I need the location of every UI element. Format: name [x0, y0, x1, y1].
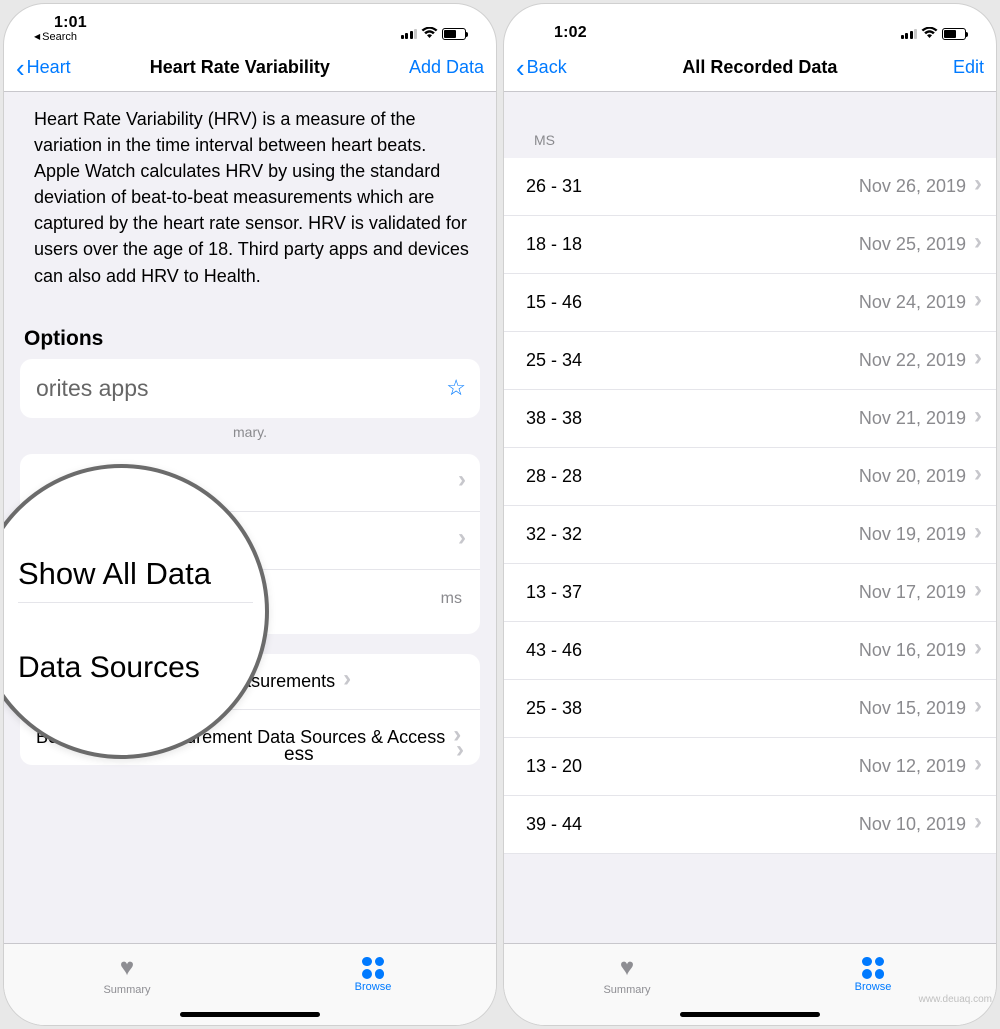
- chevron-right-icon: [974, 352, 982, 369]
- chevron-right-icon: [974, 584, 982, 601]
- data-date: Nov 21, 2019: [859, 408, 966, 429]
- data-value: 13 - 37: [526, 582, 859, 603]
- status-breadcrumb[interactable]: Search: [34, 32, 87, 42]
- data-value: 15 - 46: [526, 292, 859, 313]
- data-value: 38 - 38: [526, 408, 859, 429]
- data-value: 28 - 28: [526, 466, 859, 487]
- statusbar: 1:02: [504, 4, 996, 44]
- content-area: Heart Rate Variability (HRV) is a measur…: [4, 92, 496, 943]
- data-date: Nov 12, 2019: [859, 756, 966, 777]
- data-row[interactable]: 38 - 38Nov 21, 2019: [504, 390, 996, 448]
- status-indicators: [901, 26, 967, 42]
- content-area: MS 26 - 31Nov 26, 201918 - 18Nov 25, 201…: [504, 92, 996, 943]
- list-section-header: MS: [504, 92, 996, 158]
- heart-icon: [620, 954, 634, 982]
- battery-icon: [942, 28, 966, 40]
- data-list: 26 - 31Nov 26, 201918 - 18Nov 25, 201915…: [504, 158, 996, 854]
- grid-icon: [362, 957, 384, 979]
- data-row[interactable]: 18 - 18Nov 25, 2019: [504, 216, 996, 274]
- data-row[interactable]: 28 - 28Nov 20, 2019: [504, 448, 996, 506]
- chevron-right-icon: [974, 526, 982, 543]
- watermark: www.deuaq.com: [919, 994, 992, 1005]
- wifi-icon: [421, 26, 438, 42]
- options-header: Options: [4, 303, 496, 355]
- data-date: Nov 26, 2019: [859, 176, 966, 197]
- status-time: 1:02: [534, 24, 587, 42]
- statusbar: 1:01 Search: [4, 4, 496, 44]
- data-row[interactable]: 15 - 46Nov 24, 2019: [504, 274, 996, 332]
- status-time: 1:01: [34, 14, 87, 32]
- star-icon: ☆: [446, 375, 466, 401]
- data-value: 26 - 31: [526, 176, 859, 197]
- data-value: 25 - 34: [526, 350, 859, 371]
- data-row[interactable]: 43 - 46Nov 16, 2019: [504, 622, 996, 680]
- hrv-description: Heart Rate Variability (HRV) is a measur…: [4, 92, 496, 303]
- tab-summary[interactable]: Summary: [504, 944, 750, 1005]
- data-value: 39 - 44: [526, 814, 859, 835]
- navbar: ‹ Heart Heart Rate Variability Add Data: [4, 44, 496, 92]
- wifi-icon: [921, 26, 938, 42]
- nav-title: Heart Rate Variability: [150, 57, 330, 78]
- data-value: 18 - 18: [526, 234, 859, 255]
- chevron-right-icon: [974, 700, 982, 717]
- data-row[interactable]: 39 - 44Nov 10, 2019: [504, 796, 996, 854]
- nav-title: All Recorded Data: [682, 57, 837, 78]
- chevron-right-icon: [974, 236, 982, 253]
- data-date: Nov 19, 2019: [859, 524, 966, 545]
- home-indicator[interactable]: [680, 1012, 820, 1017]
- chevron-left-icon: ‹: [16, 55, 25, 81]
- data-row[interactable]: 25 - 34Nov 22, 2019: [504, 332, 996, 390]
- status-indicators: [401, 26, 467, 42]
- heart-icon: [120, 954, 134, 982]
- navbar: ‹ Back All Recorded Data Edit: [504, 44, 996, 92]
- data-date: Nov 15, 2019: [859, 698, 966, 719]
- tab-summary[interactable]: Summary: [4, 944, 250, 1005]
- data-value: 43 - 46: [526, 640, 859, 661]
- chevron-right-icon: [974, 294, 982, 311]
- data-row[interactable]: 13 - 37Nov 17, 2019: [504, 564, 996, 622]
- data-row[interactable]: 32 - 32Nov 19, 2019: [504, 506, 996, 564]
- data-row[interactable]: 13 - 20Nov 12, 2019: [504, 738, 996, 796]
- mag-show-all-data: Show All Data: [18, 556, 253, 592]
- data-date: Nov 10, 2019: [859, 814, 966, 835]
- chevron-right-icon: [458, 474, 466, 491]
- phone-left: 1:01 Search ‹ Heart Heart Rate Variabili…: [3, 3, 497, 1026]
- data-row[interactable]: 25 - 38Nov 15, 2019: [504, 680, 996, 738]
- data-date: Nov 16, 2019: [859, 640, 966, 661]
- text-fragment: ess: [284, 744, 314, 766]
- chevron-right-icon: [974, 816, 982, 833]
- favorites-hint: mary.: [4, 418, 496, 454]
- edit-button[interactable]: Edit: [953, 57, 984, 78]
- home-indicator[interactable]: [180, 1012, 320, 1017]
- nav-back-button[interactable]: ‹ Back: [516, 55, 567, 81]
- data-value: 13 - 20: [526, 756, 859, 777]
- grid-icon: [862, 957, 884, 979]
- data-date: Nov 20, 2019: [859, 466, 966, 487]
- chevron-right-icon: [974, 410, 982, 427]
- chevron-right-icon: [458, 532, 466, 549]
- data-value: 25 - 38: [526, 698, 859, 719]
- battery-icon: [442, 28, 466, 40]
- cellular-icon: [901, 29, 918, 39]
- chevron-right-icon: [974, 178, 982, 195]
- chevron-right-icon: [974, 642, 982, 659]
- nav-back-button[interactable]: ‹ Heart: [16, 55, 71, 81]
- tab-browse[interactable]: Browse: [250, 944, 496, 1005]
- data-date: Nov 24, 2019: [859, 292, 966, 313]
- data-value: 32 - 32: [526, 524, 859, 545]
- mag-data-sources: Data Sources: [18, 651, 253, 685]
- chevron-right-icon: [343, 673, 351, 690]
- cellular-icon: [401, 29, 418, 39]
- data-row[interactable]: 26 - 31Nov 26, 2019: [504, 158, 996, 216]
- chevron-right-icon: [456, 741, 464, 762]
- favorites-row[interactable]: orites apps ☆: [20, 359, 480, 418]
- add-data-button[interactable]: Add Data: [409, 57, 484, 78]
- data-date: Nov 25, 2019: [859, 234, 966, 255]
- chevron-left-icon: ‹: [516, 55, 525, 81]
- chevron-right-icon: [974, 468, 982, 485]
- data-date: Nov 17, 2019: [859, 582, 966, 603]
- chevron-right-icon: [974, 758, 982, 775]
- data-date: Nov 22, 2019: [859, 350, 966, 371]
- phone-right: 1:02 ‹ Back All Recorded Data Edit MS 26…: [503, 3, 997, 1026]
